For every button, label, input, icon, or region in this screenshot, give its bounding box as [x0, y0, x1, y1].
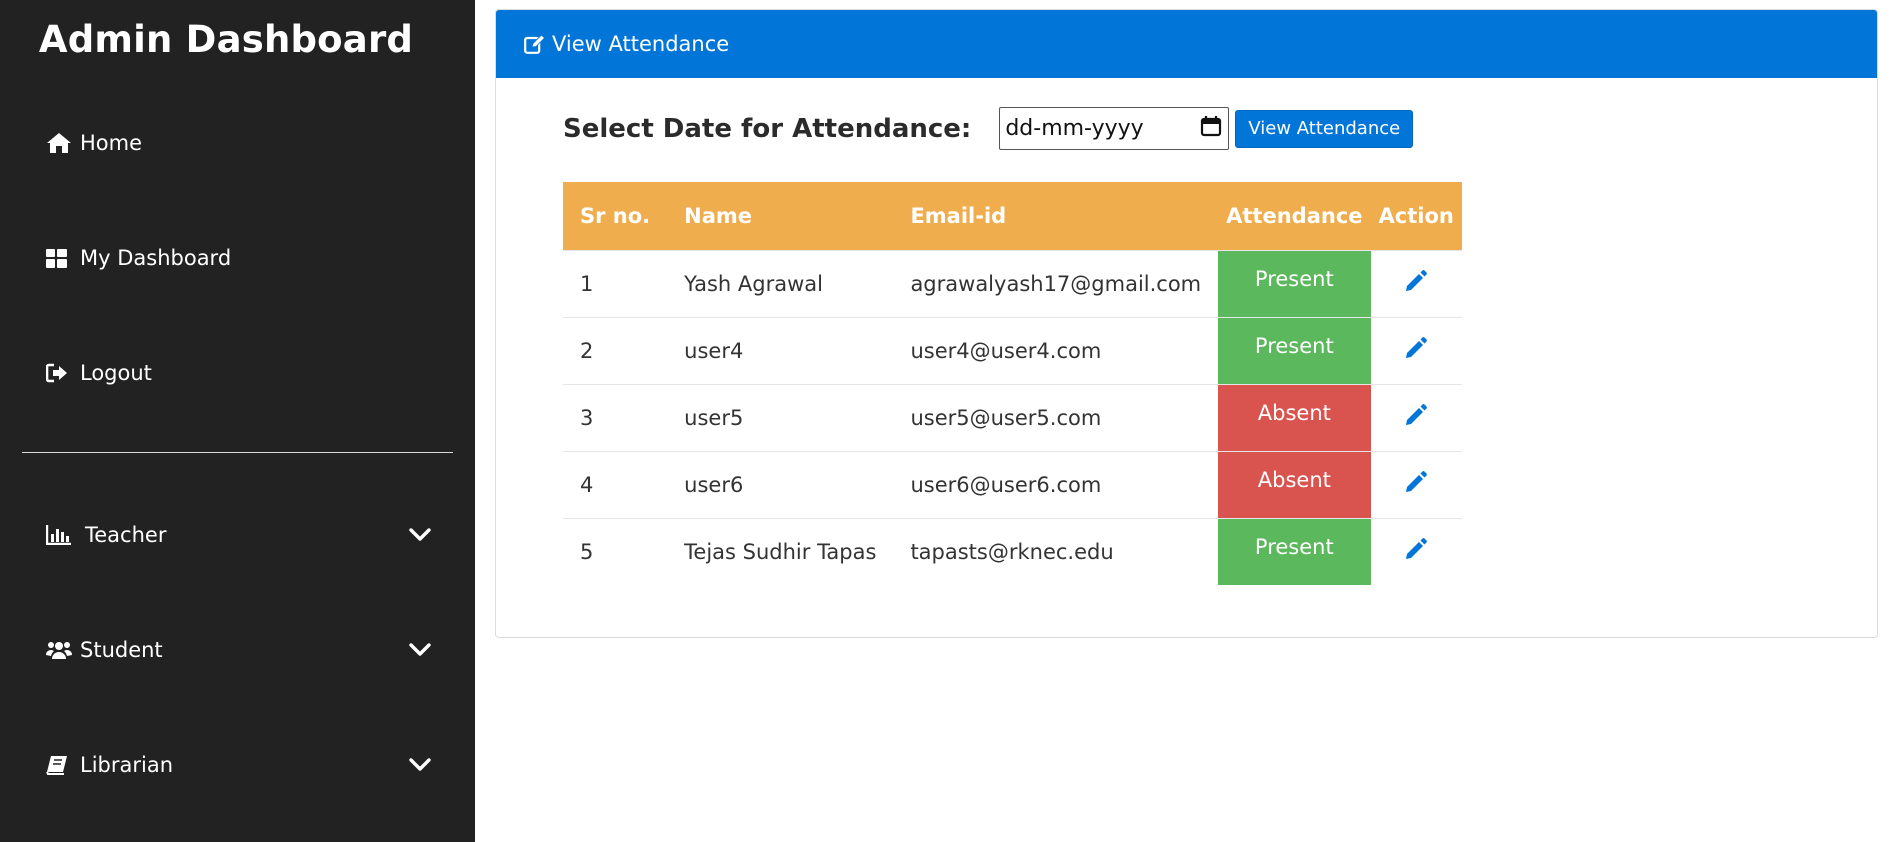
column-header-name: Name — [667, 182, 894, 250]
cell-action — [1370, 316, 1462, 384]
cell-email: user5@user5.com — [893, 383, 1219, 451]
cell-name: user4 — [667, 316, 894, 384]
cell-email: user4@user4.com — [893, 316, 1219, 384]
cell-sr-no: 3 — [563, 383, 668, 451]
sidebar-item-label: Student — [80, 638, 163, 662]
attendance-table: Sr no. Name Email-id Attendance Action 1… — [563, 182, 1462, 585]
attendance-status-badge: Present — [1218, 249, 1371, 317]
attendance-card: View Attendance Select Date for Attendan… — [495, 9, 1878, 638]
cell-sr-no: 2 — [563, 316, 668, 384]
date-input-placeholder: dd-mm-yyyy — [1005, 116, 1144, 141]
sidebar-item-logout[interactable]: Logout — [46, 353, 451, 393]
view-attendance-button[interactable]: View Attendance — [1235, 109, 1414, 148]
cell-email: user6@user6.com — [893, 450, 1219, 518]
table-row: 4 user6 user6@user6.com Absent — [563, 450, 1462, 518]
sidebar-divider — [22, 452, 453, 453]
attendance-status-badge: Absent — [1218, 383, 1371, 451]
sign-out-icon — [46, 363, 80, 383]
cell-name: user5 — [667, 383, 894, 451]
cell-email: agrawalyash17@gmail.com — [893, 249, 1219, 317]
table-header-row: Sr no. Name Email-id Attendance Action — [563, 182, 1462, 250]
column-header-sr-no: Sr no. — [563, 182, 668, 250]
table-row: 5 Tejas Sudhir Tapas tapasts@rknec.edu P… — [563, 517, 1462, 585]
cell-action — [1370, 450, 1462, 518]
bar-chart-icon — [46, 525, 85, 545]
users-icon — [46, 640, 80, 660]
sidebar-item-librarian[interactable]: Librarian — [46, 745, 451, 785]
table-row: 2 user4 user4@user4.com Present — [563, 316, 1462, 384]
edit-square-icon — [524, 34, 546, 54]
date-input[interactable]: dd-mm-yyyy — [999, 107, 1230, 150]
date-filter-row: Select Date for Attendance: dd-mm-yyyy V… — [563, 107, 1414, 150]
chevron-down-icon[interactable] — [409, 523, 431, 547]
sidebar-item-student[interactable]: Student — [46, 630, 451, 670]
sidebar-item-my-dashboard[interactable]: My Dashboard — [46, 238, 451, 278]
attendance-status-badge: Present — [1218, 316, 1371, 384]
chevron-down-icon[interactable] — [409, 638, 431, 662]
chevron-down-icon[interactable] — [409, 753, 431, 777]
card-header: View Attendance — [496, 10, 1877, 78]
book-icon — [46, 755, 80, 775]
card-title: View Attendance — [552, 32, 730, 56]
cell-sr-no: 1 — [563, 249, 668, 317]
cell-name: Yash Agrawal — [667, 249, 894, 317]
table-row: 3 user5 user5@user5.com Absent — [563, 383, 1462, 451]
pencil-icon[interactable] — [1404, 537, 1428, 561]
column-header-action: Action — [1370, 182, 1462, 250]
sidebar-item-label: Logout — [80, 361, 152, 385]
cell-sr-no: 5 — [563, 517, 668, 585]
home-icon — [46, 132, 80, 154]
sidebar-item-home[interactable]: Home — [46, 123, 451, 163]
sidebar-item-label: My Dashboard — [80, 246, 232, 270]
pencil-icon[interactable] — [1404, 470, 1428, 494]
brand-title: Admin Dashboard — [38, 18, 414, 61]
sidebar-item-teacher[interactable]: Teacher — [46, 515, 451, 555]
cell-name: user6 — [667, 450, 894, 518]
cell-action — [1370, 383, 1462, 451]
sidebar: Admin Dashboard Home My Dashboard Logout… — [0, 0, 475, 842]
attendance-status-badge: Present — [1218, 517, 1371, 585]
cell-action — [1370, 249, 1462, 317]
pencil-icon[interactable] — [1404, 336, 1428, 360]
column-header-attendance: Attendance — [1218, 182, 1371, 250]
cell-sr-no: 4 — [563, 450, 668, 518]
cell-email: tapasts@rknec.edu — [893, 517, 1219, 585]
cell-action — [1370, 517, 1462, 585]
cell-name: Tejas Sudhir Tapas — [667, 517, 894, 585]
calendar-icon[interactable] — [1200, 115, 1222, 143]
dashboard-grid-icon — [46, 248, 80, 268]
sidebar-item-label: Librarian — [80, 753, 174, 777]
sidebar-item-label: Teacher — [85, 523, 167, 547]
attendance-status-badge: Absent — [1218, 450, 1371, 518]
pencil-icon[interactable] — [1404, 403, 1428, 427]
sidebar-item-label: Home — [80, 131, 143, 155]
pencil-icon[interactable] — [1404, 269, 1428, 293]
column-header-email: Email-id — [893, 182, 1219, 250]
date-filter-label: Select Date for Attendance: — [563, 113, 972, 144]
table-row: 1 Yash Agrawal agrawalyash17@gmail.com P… — [563, 249, 1462, 317]
